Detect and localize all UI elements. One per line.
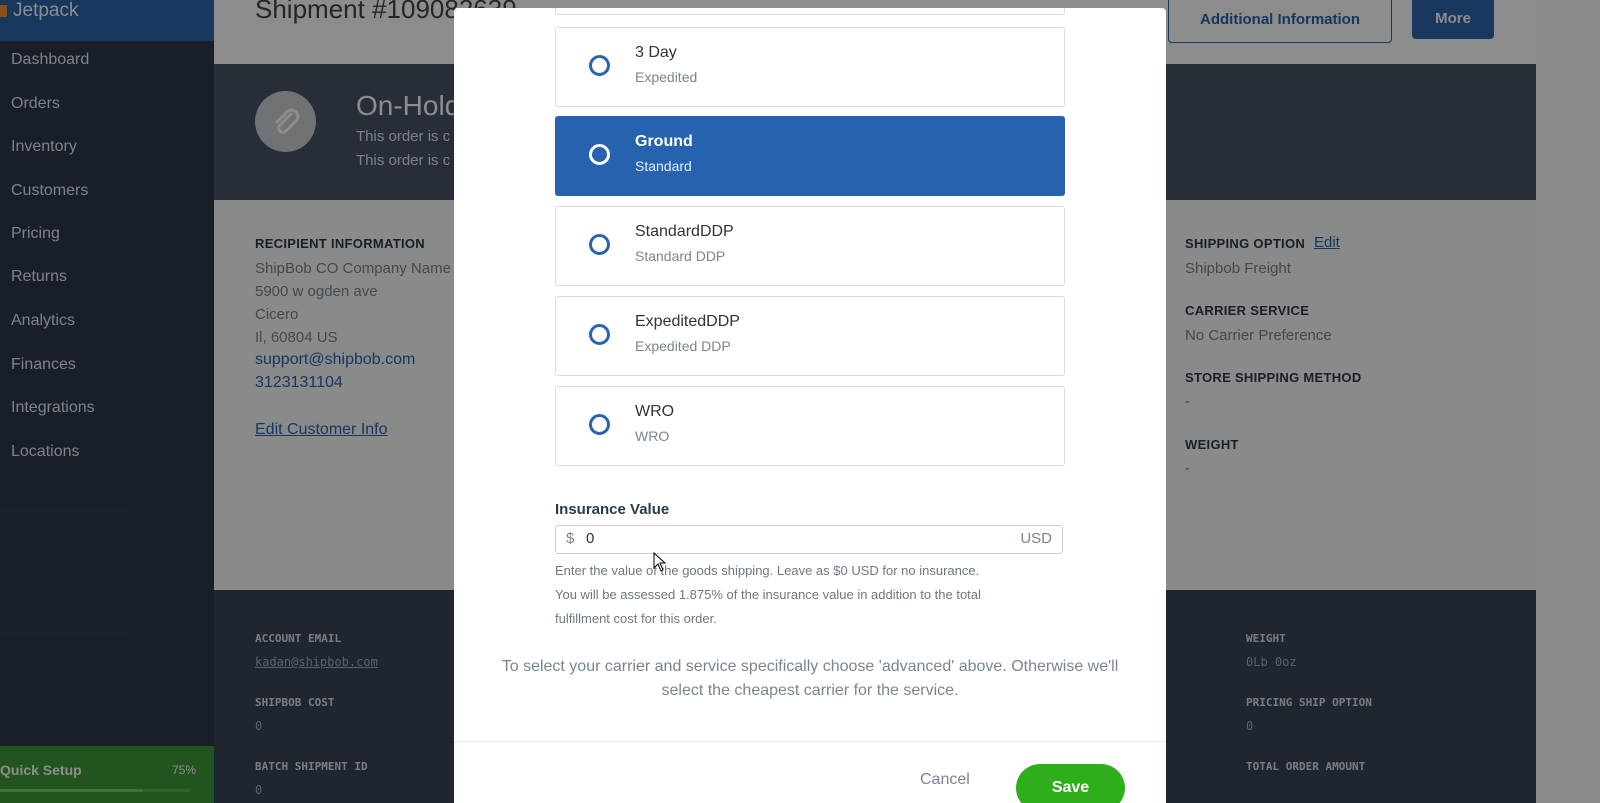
- insurance-value-input[interactable]: $ 0 USD: [555, 525, 1063, 554]
- option-title: 3 Day: [635, 44, 677, 61]
- shipping-option-modal: 3 Day Expedited Ground Standard Standard…: [454, 8, 1166, 803]
- option-title: WRO: [635, 403, 675, 420]
- save-button[interactable]: Save: [1016, 764, 1125, 803]
- radio-button[interactable]: [589, 414, 610, 435]
- insurance-value-text[interactable]: 0: [586, 530, 594, 547]
- mouse-cursor-icon: [653, 552, 667, 572]
- radio-button[interactable]: [589, 324, 610, 345]
- option-title: StandardDDP: [635, 223, 734, 240]
- option-card-ground[interactable]: Ground Standard: [555, 116, 1065, 196]
- option-subtitle: Expedited DDP: [635, 338, 731, 354]
- option-card-wro[interactable]: WRO WRO: [555, 386, 1065, 466]
- option-subtitle: Expedited: [635, 69, 698, 85]
- insurance-help-2: You will be assessed 1.875% of the insur…: [555, 587, 981, 602]
- modal-footer-divider: [454, 741, 1166, 742]
- option-title: ExpeditedDDP: [635, 313, 740, 330]
- option-card-expeditedddp[interactable]: ExpeditedDDP Expedited DDP: [555, 296, 1065, 376]
- option-subtitle: Standard DDP: [635, 248, 726, 264]
- cancel-button[interactable]: Cancel: [920, 771, 970, 789]
- insurance-help-3: fulfillment cost for this order.: [555, 611, 717, 626]
- radio-button[interactable]: [589, 144, 610, 165]
- insurance-value-label: Insurance Value: [555, 501, 670, 518]
- option-subtitle: WRO: [635, 428, 670, 444]
- option-card-partial: [555, 8, 1065, 15]
- currency-unit: USD: [1020, 530, 1052, 547]
- option-title: Ground: [635, 133, 693, 150]
- insurance-help-1: Enter the value of the goods shipping. L…: [555, 563, 980, 578]
- radio-button[interactable]: [589, 234, 610, 255]
- option-card-3-day[interactable]: 3 Day Expedited: [555, 27, 1065, 107]
- carrier-selection-note: To select your carrier and service speci…: [501, 658, 1119, 699]
- option-card-standardddp[interactable]: StandardDDP Standard DDP: [555, 206, 1065, 286]
- radio-button[interactable]: [589, 55, 610, 76]
- currency-symbol: $: [566, 530, 575, 547]
- option-subtitle: Standard: [635, 158, 692, 174]
